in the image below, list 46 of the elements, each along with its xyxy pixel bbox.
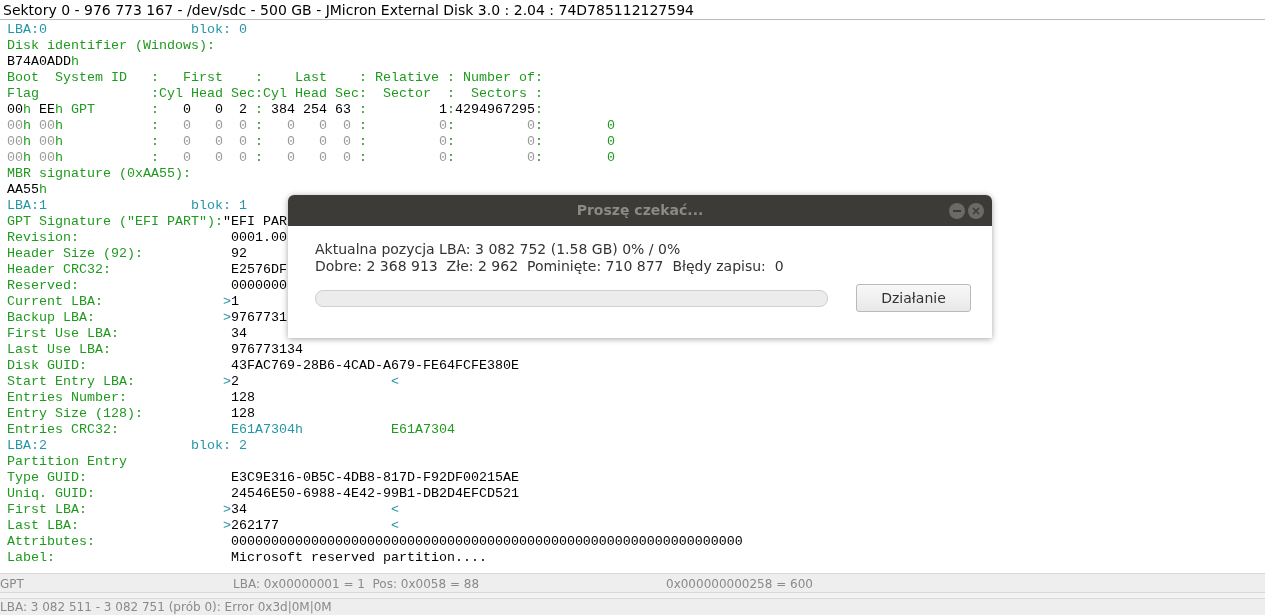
status-text: GPT	[0, 576, 25, 592]
text-line: 00h 00h : 0 0 0 : 0 0 0 : 0: 0: 0	[7, 118, 615, 134]
text-line: B74A0ADDh	[7, 54, 79, 70]
text-line: First LBA: >34 <	[7, 502, 399, 518]
text-line: LBA:0 blok: 0	[7, 22, 247, 38]
text-line: MBR signature (0xAA55):	[7, 166, 191, 182]
text-line: Entries Number: 128	[7, 390, 255, 406]
text-line: First Use LBA: 34	[7, 326, 247, 342]
status-text: 0x000000000258 = 600	[666, 576, 813, 592]
text-line: 00h 00h : 0 0 0 : 0 0 0 : 0: 0: 0	[7, 134, 615, 150]
text-line: Last LBA: >262177 <	[7, 518, 399, 534]
text-line: Flag :Cyl Head Sec:Cyl Head Sec: Sector : Sectors :	[7, 86, 543, 102]
dialog-title: Proszę czekać...	[576, 201, 704, 220]
status-message: Aktualna pozycja LBA: 3 082 752 (1.58 GB) 0% / 0%	[315, 241, 681, 258]
text-line: GPT Signature ("EFI PART"):"EFI PAR	[7, 214, 287, 230]
text-line: Last Use LBA: 976773134	[7, 342, 303, 358]
text-line: Partition Entry	[7, 454, 127, 470]
text-line: 00h EEh GPT : 0 0 2 : 384 254 63 : 1:4294967295:	[7, 102, 543, 118]
text-line: Boot System ID : First : Last : Relative : Number of:	[7, 70, 543, 86]
text-line: Header CRC32: E2576DF	[7, 262, 287, 278]
text-line: Label: Microsoft reserved partition....	[7, 550, 487, 566]
text-line: Backup LBA: >9767731	[7, 310, 287, 326]
text-line: Header Size (92): 92	[7, 246, 247, 262]
text-line: Disk GUID: 43FAC769-28B6-4CAD-A679-FE64FCFE380E	[7, 358, 519, 374]
text-line: 00h 00h : 0 0 0 : 0 0 0 : 0: 0: 0	[7, 150, 615, 166]
text-line: Revision: 0001.00	[7, 230, 287, 246]
minimize-button[interactable]	[949, 203, 965, 219]
text-line: Attributes: 0000000000000000000000000000000000000000000000000000000000000000	[7, 534, 743, 550]
text-line: LBA:1 blok: 1	[7, 198, 247, 214]
close-icon	[972, 207, 980, 215]
status-text: LBA: 0x00000001 = 1 Pos: 0x0058 = 88	[233, 576, 481, 592]
text-line: Current LBA: >1	[7, 294, 239, 310]
text-line: LBA:2 blok: 2	[7, 438, 247, 454]
action-button[interactable]: Działanie	[856, 284, 971, 312]
close-button[interactable]	[968, 203, 984, 219]
text-line: Type GUID: E3C9E316-0B5C-4DB8-817D-F92DF00215AE	[7, 470, 519, 486]
text-line: Reserved: 0000000	[7, 278, 287, 294]
minimize-icon	[953, 210, 961, 212]
error-bar: LBA: 3 082 511 - 3 082 751 (prób 0): Error 0x3d|0M|0M	[0, 598, 1265, 615]
text-line: Uniq. GUID: 24546E50-6988-4E42-99B1-DB2D4EFCD521	[7, 486, 519, 502]
text-line: Disk identifier (Windows):	[7, 38, 215, 54]
text-line: Start Entry LBA: >2 <	[7, 374, 399, 390]
text-line: AA55h	[7, 182, 47, 198]
text-line: Entry Size (128): 128	[7, 406, 255, 422]
status-message: Dobre: 2 368 913 Złe: 2 962 Pominięte: 710 877 Błędy zapisu: 0	[315, 258, 784, 275]
text-line: Entries CRC32: E61A7304h E61A7304	[7, 422, 455, 438]
